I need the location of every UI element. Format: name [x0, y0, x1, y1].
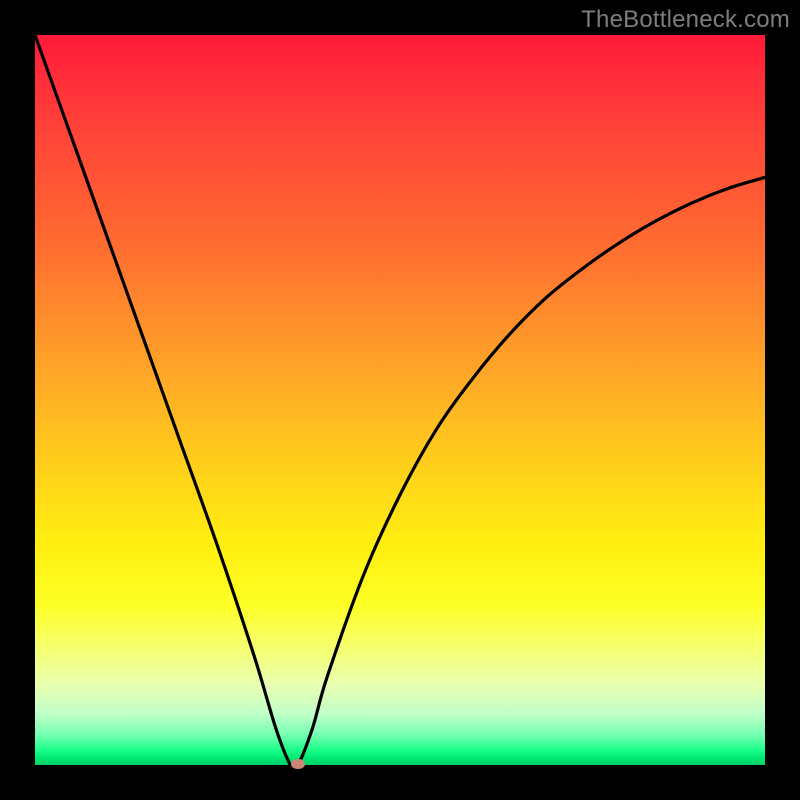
optimal-point-marker: [291, 759, 305, 769]
plot-area: [35, 35, 765, 765]
chart-frame: TheBottleneck.com: [0, 0, 800, 800]
watermark-text: TheBottleneck.com: [581, 6, 790, 34]
bottleneck-curve: [35, 35, 765, 765]
